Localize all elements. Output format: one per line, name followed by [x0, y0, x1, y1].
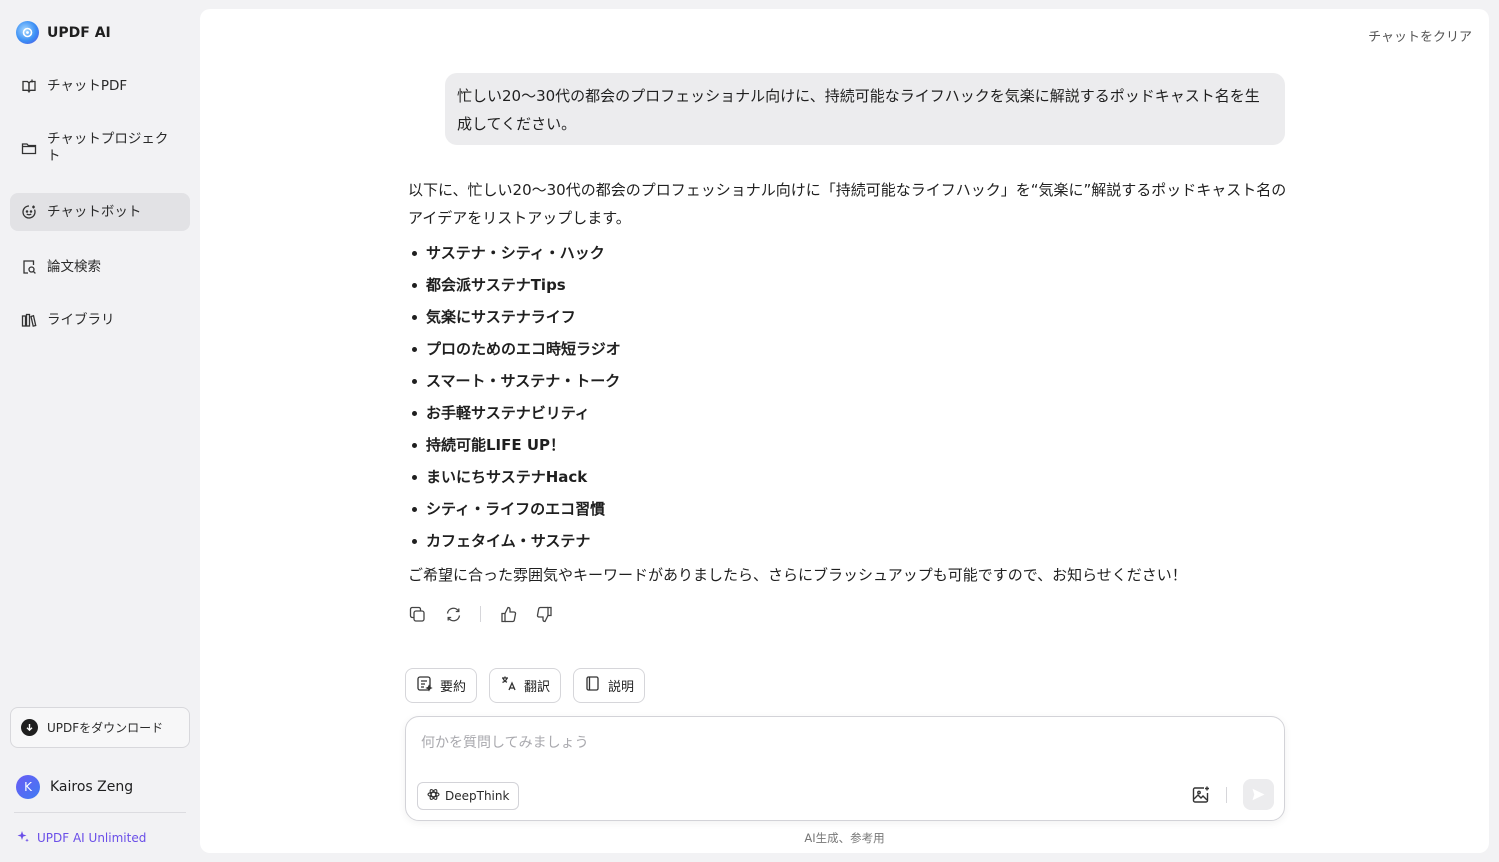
bullet-icon [412, 442, 417, 448]
list-item: まいにちサステナHack [408, 461, 1288, 493]
bullet-icon [412, 474, 417, 480]
download-label: UPDFをダウンロード [47, 721, 164, 735]
bullet-icon [412, 314, 417, 320]
brand[interactable]: UPDF AI [16, 21, 111, 44]
bullet-icon [412, 378, 417, 384]
actions-divider [480, 606, 481, 622]
summarize-button[interactable]: 要約 [405, 668, 478, 703]
send-button[interactable] [1243, 779, 1274, 810]
plan-badge[interactable]: UPDF AI Unlimited [16, 830, 146, 846]
sidebar-item-chat-project[interactable]: チャットプロジェクト [10, 128, 190, 168]
sidebar-item-chat-pdf[interactable]: チャットPDF [10, 72, 190, 100]
bullet-icon [412, 282, 417, 288]
quick-action-label: 要約 [440, 680, 467, 695]
bullet-icon [412, 538, 417, 544]
translate-button[interactable]: 翻訳 [489, 668, 562, 703]
sidebar: UPDF AI チャットPDF チャットプロジェクト チャットボット 論文検索 … [0, 0, 200, 862]
bullet-icon [412, 250, 417, 256]
download-icon [21, 719, 38, 736]
quick-action-label: 説明 [608, 680, 635, 695]
list-item: シティ・ライフのエコ習慣 [408, 493, 1288, 525]
explain-button[interactable]: 説明 [573, 668, 646, 703]
chatbot-icon [20, 203, 38, 221]
atom-icon [427, 788, 440, 804]
download-updf-button[interactable]: UPDFをダウンロード [10, 707, 190, 748]
bullet-icon [412, 410, 417, 416]
message-actions [408, 605, 553, 623]
explain-icon [584, 675, 601, 696]
plan-label: UPDF AI Unlimited [37, 831, 147, 845]
list-item: プロのためのエコ時短ラジオ [408, 333, 1288, 365]
sidebar-item-label: チャットボット [47, 203, 142, 220]
answer-list: サステナ・シティ・ハック 都会派サステナTips 気楽にサステナライフ プロのた… [408, 237, 1288, 557]
deepthink-label: DeepThink [445, 789, 510, 803]
brand-name: UPDF AI [47, 24, 111, 41]
sidebar-item-label: 論文検索 [47, 258, 101, 275]
answer-outro: ご希望に合った雰囲気やキーワードがありましたら、さらにブラッシュアップも可能です… [408, 566, 1187, 584]
list-item: カフェタイム・サステナ [408, 525, 1288, 557]
user-message: 忙しい20〜30代の都会のプロフェッショナル向けに、持続可能なライフハックを気楽… [445, 73, 1285, 145]
sidebar-item-library[interactable]: ライブラリ [10, 306, 190, 334]
chat-composer: DeepThink [405, 716, 1285, 821]
sidebar-item-label: ライブラリ [47, 311, 115, 328]
deepthink-toggle[interactable]: DeepThink [417, 782, 520, 810]
thumbs-up-icon[interactable] [499, 605, 517, 623]
assistant-message: 以下に、忙しい20〜30代の都会のプロフェッショナル向けに「持続可能なライフハッ… [408, 176, 1288, 589]
folder-icon [20, 139, 38, 157]
thumbs-down-icon[interactable] [535, 605, 553, 623]
copy-icon[interactable] [408, 605, 426, 623]
list-item: 持続可能LIFE UP！ [408, 429, 1288, 461]
translate-icon [500, 675, 517, 696]
summary-icon [416, 675, 433, 696]
sidebar-item-label: チャットPDF [47, 77, 128, 94]
sidebar-divider [14, 812, 186, 813]
paper-search-icon [20, 258, 38, 276]
chat-panel: チャットをクリア 忙しい20〜30代の都会のプロフェッショナル向けに、持続可能な… [200, 9, 1489, 853]
quick-action-label: 翻訳 [524, 680, 551, 695]
chat-input[interactable] [421, 731, 1261, 755]
sparkle-icon [16, 830, 29, 846]
list-item: お手軽サステナビリティ [408, 397, 1288, 429]
sidebar-item-paper-search[interactable]: 論文検索 [10, 253, 190, 281]
avatar: K [16, 775, 40, 799]
sidebar-item-label: チャットプロジェクト [47, 131, 169, 164]
ai-disclaimer: AI生成、参考用 [804, 831, 885, 845]
book-icon [20, 77, 38, 95]
answer-intro: 以下に、忙しい20〜30代の都会のプロフェッショナル向けに「持続可能なライフハッ… [408, 181, 1287, 227]
list-item: スマート・サステナ・トーク [408, 365, 1288, 397]
library-icon [20, 311, 38, 329]
user-name: Kairos Zeng [50, 779, 134, 795]
composer-divider [1226, 787, 1227, 803]
list-item: サステナ・シティ・ハック [408, 237, 1288, 269]
send-icon [1252, 788, 1265, 801]
sidebar-item-chatbot[interactable]: チャットボット [10, 193, 190, 231]
updf-logo-icon [16, 21, 39, 44]
bullet-icon [412, 506, 417, 512]
list-item: 都会派サステナTips [408, 269, 1288, 301]
user-profile[interactable]: K Kairos Zeng [16, 775, 133, 799]
clear-chat-button[interactable]: チャットをクリア [1368, 26, 1472, 45]
list-item: 気楽にサステナライフ [408, 301, 1288, 333]
image-upload-icon[interactable] [1190, 784, 1212, 806]
bullet-icon [412, 346, 417, 352]
regenerate-icon[interactable] [444, 605, 462, 623]
